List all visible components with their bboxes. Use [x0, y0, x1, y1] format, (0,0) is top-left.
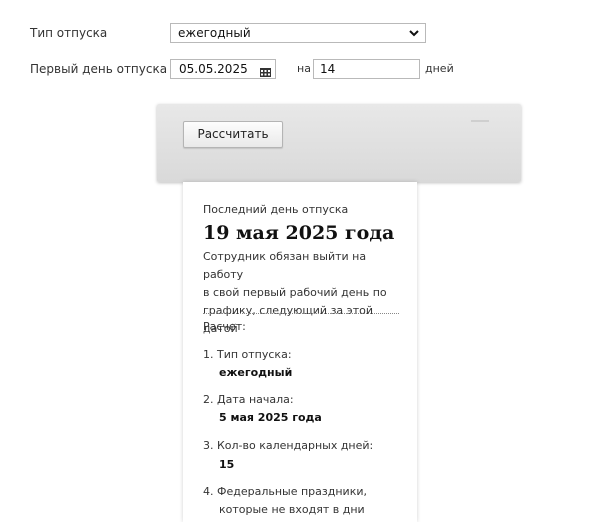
return-note-line: в свой первый рабочий день по: [203, 286, 387, 299]
first-day-label: Первый день отпуска: [30, 62, 168, 76]
return-note-line: Сотрудник обязан выйти на работу: [203, 250, 367, 281]
calc-item-label: 3. Кол-во календарных дней:: [203, 439, 374, 452]
calc-item-label: 1. Тип отпуска:: [203, 348, 292, 361]
calc-item-value: 5 мая 2025 года: [219, 411, 322, 424]
calculate-button[interactable]: Рассчитать: [183, 121, 283, 148]
vacation-type-select[interactable]: ежегодный: [170, 23, 426, 43]
calc-item-value: ежегодный: [219, 366, 293, 379]
for-label: на: [297, 62, 311, 75]
days-value: 14: [320, 62, 336, 76]
first-day-value: 05.05.2025: [179, 62, 248, 76]
days-input[interactable]: 14: [313, 59, 420, 79]
calendar-icon[interactable]: [260, 64, 271, 77]
chevron-down-icon: [409, 24, 419, 48]
days-unit-label: дней: [425, 62, 454, 75]
calc-item-label: 4. Федеральные праздники,: [203, 485, 367, 498]
first-day-input[interactable]: 05.05.2025: [170, 59, 276, 79]
calc-item-value: 15: [219, 458, 235, 471]
result-card: Последний день отпуска 19 мая 2025 года …: [183, 182, 417, 522]
panel-slot: [471, 120, 489, 122]
vacation-type-value: ежегодный: [178, 26, 251, 40]
calc-heading: Расчет:: [203, 320, 246, 333]
last-day-label: Последний день отпуска: [203, 203, 349, 216]
vacation-type-label: Тип отпуска: [30, 26, 108, 40]
calc-item-label: 2. Дата начала:: [203, 393, 294, 406]
last-day-value: 19 мая 2025 года: [203, 222, 395, 244]
divider: [203, 313, 399, 314]
